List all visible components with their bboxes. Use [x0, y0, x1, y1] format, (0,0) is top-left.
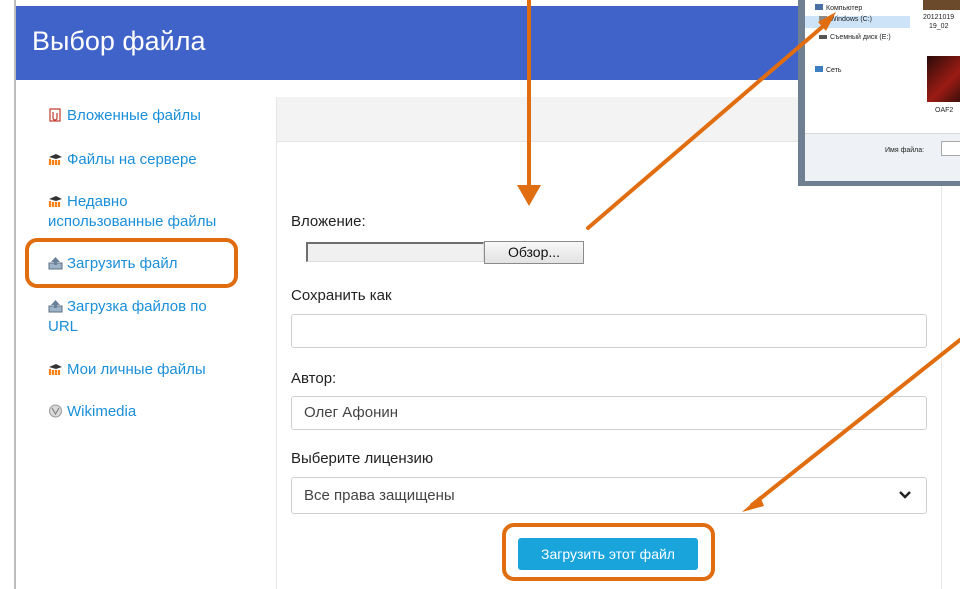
- sidebar-item-url-upload[interactable]: Загрузка файлов по URL: [48, 297, 207, 337]
- sidebar-item-server-files[interactable]: Файлы на сервере: [48, 150, 197, 170]
- dialog-thumbnail-1-label: 20121019: [923, 14, 955, 21]
- license-select[interactable]: Все права защищены: [291, 477, 927, 514]
- dialog-filename-input[interactable]: [941, 141, 960, 156]
- sidebar-item-label: URL: [48, 318, 79, 335]
- dialog-thumbnail-1[interactable]: [923, 0, 960, 10]
- dialog-bottom-bar: Имя файла:: [805, 133, 960, 181]
- save-as-input[interactable]: [291, 314, 927, 348]
- sidebar-item-attached-files[interactable]: Вложенные файлы: [48, 106, 201, 126]
- upload-icon: [48, 300, 63, 313]
- moodle-icon: [48, 364, 62, 375]
- page-title: Выбор файла: [32, 26, 206, 56]
- sidebar-item-label: Недавно: [67, 193, 128, 210]
- dialog-thumbnail-2[interactable]: [927, 56, 960, 102]
- sidebar-item-label: Wikimedia: [67, 403, 137, 420]
- wikimedia-icon: [49, 404, 62, 418]
- sidebar-item-label: использованные файлы: [48, 213, 217, 230]
- attachment-label: Вложение:: [291, 213, 366, 230]
- highlight-upload-file: [25, 238, 238, 288]
- dialog-navigation: Компьютер Windows (C:) Съемный диск (E:)…: [805, 0, 917, 132]
- sidebar-item-label: Файлы на сервере: [67, 151, 197, 168]
- dialog-content: Компьютер Windows (C:) Съемный диск (E:)…: [805, 0, 960, 181]
- removable-drive-icon: [819, 35, 827, 39]
- dialog-nav-computer[interactable]: Компьютер: [815, 4, 862, 12]
- sidebar-item-private-files[interactable]: Мои личные файлы: [48, 360, 206, 380]
- moodle-icon: [48, 154, 62, 165]
- highlight-upload-button: [502, 523, 715, 581]
- author-input[interactable]: Олег Афонин: [291, 396, 927, 430]
- file-path-field[interactable]: [306, 242, 484, 262]
- dialog-filename-label: Имя файла:: [885, 147, 925, 154]
- network-icon: [815, 66, 823, 72]
- sidebar-item-wikimedia[interactable]: Wikimedia: [48, 402, 136, 422]
- save-as-label: Сохранить как: [291, 287, 392, 304]
- dialog-nav-network[interactable]: Сеть: [815, 66, 842, 74]
- sidebar-item-label: Мои личные файлы: [67, 361, 206, 378]
- sidebar-item-recent-files[interactable]: Недавно использованные файлы: [48, 192, 216, 232]
- author-label: Автор:: [291, 370, 337, 387]
- dialog-nav-removable-e[interactable]: Съемный диск (E:): [819, 34, 891, 41]
- browse-button[interactable]: Обзор...: [484, 241, 584, 264]
- license-label: Выберите лицензию: [291, 450, 434, 467]
- drive-icon: [819, 16, 827, 21]
- file-open-dialog: Компьютер Windows (C:) Съемный диск (E:)…: [798, 0, 960, 186]
- dialog-nav-windows-c[interactable]: Windows (C:): [805, 16, 910, 28]
- chevron-down-icon: [899, 491, 911, 499]
- dialog-thumbnail-1-label: 19_02: [929, 23, 949, 30]
- page-left-border: [14, 0, 16, 589]
- attachment-icon: [49, 108, 61, 122]
- sidebar-item-label: Вложенные файлы: [67, 107, 201, 124]
- computer-icon: [815, 4, 823, 10]
- sidebar-item-label: Загрузка файлов по: [67, 298, 207, 315]
- moodle-icon: [48, 196, 62, 207]
- dialog-thumbnail-2-label: OAF2: [935, 107, 954, 114]
